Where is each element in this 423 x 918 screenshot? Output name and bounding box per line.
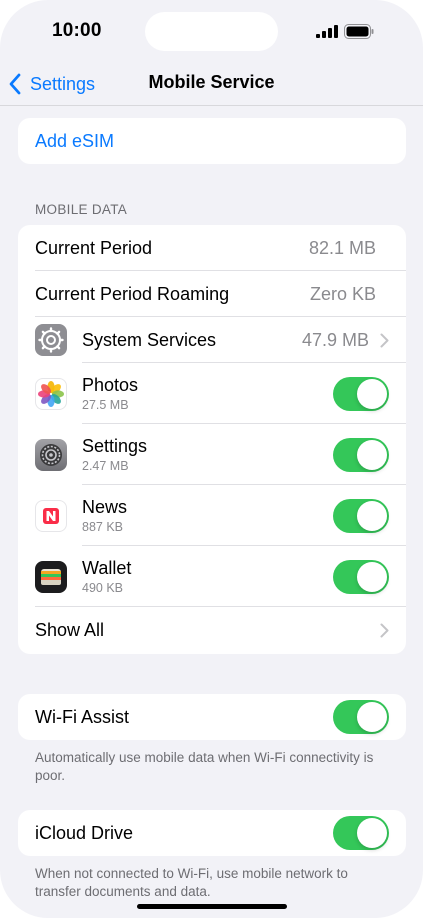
app-size: 887 KB xyxy=(82,519,124,534)
current-period-label: Current Period xyxy=(35,237,153,258)
chevron-right-icon xyxy=(380,333,389,347)
app-name: News xyxy=(82,496,128,517)
wifi-assist-row: Wi-Fi Assist xyxy=(18,694,406,740)
app-row-wallet: Wallet 490 KB xyxy=(18,546,406,607)
system-services-label: System Services xyxy=(82,329,217,350)
wifi-assist-footnote: Automatically use mobile data when Wi-Fi… xyxy=(35,750,374,783)
app-text: Wallet 490 KB xyxy=(82,558,131,596)
roaming-label: Current Period Roaming xyxy=(35,283,230,304)
app-size: 27.5 MB xyxy=(82,397,129,412)
app-size: 2.47 MB xyxy=(82,458,129,473)
status-time: 10:00 xyxy=(52,20,102,41)
toggle-knob xyxy=(357,500,387,531)
phone-screen: 10:00 Settings Mobile Service Add eSIM M… xyxy=(0,0,423,918)
toggle-knob xyxy=(357,818,387,848)
navigation-bar: Settings Mobile Service xyxy=(0,62,423,106)
app-name: Settings xyxy=(82,435,148,456)
roaming-row: Current Period Roaming Zero KB xyxy=(18,271,406,317)
settings-icon xyxy=(35,438,67,471)
esim-card: Add eSIM xyxy=(18,118,406,164)
gear-icon xyxy=(35,324,67,356)
wifi-assist-card: Wi-Fi Assist xyxy=(18,694,406,740)
settings-toggle[interactable] xyxy=(333,437,389,472)
app-row-news: News 887 KB xyxy=(18,485,406,546)
dynamic-island xyxy=(145,12,278,51)
status-bar: 10:00 xyxy=(0,0,423,62)
show-all-label: Show All xyxy=(35,620,105,640)
photos-toggle[interactable] xyxy=(333,376,389,411)
chevron-right-icon xyxy=(380,623,389,638)
news-toggle[interactable] xyxy=(333,498,389,533)
icloud-drive-footnote: When not connected to Wi-Fi, use mobile … xyxy=(35,866,348,899)
news-icon xyxy=(35,499,67,532)
app-name: Wallet xyxy=(82,557,132,578)
app-text: Photos 27.5 MB xyxy=(82,375,138,413)
current-period-row: Current Period 82.1 MB xyxy=(18,225,406,271)
add-esim-link[interactable]: Add eSIM xyxy=(35,131,114,152)
icloud-drive-label: iCloud Drive xyxy=(35,822,134,843)
cellular-signal-icon xyxy=(316,25,338,38)
wifi-assist-toggle[interactable] xyxy=(333,700,389,734)
toggle-knob xyxy=(357,378,387,409)
app-row-photos: Photos 27.5 MB xyxy=(18,363,406,424)
app-name: Photos xyxy=(82,374,139,395)
wallet-toggle[interactable] xyxy=(333,559,389,594)
icloud-drive-row: iCloud Drive xyxy=(18,810,406,856)
app-text: Settings 2.47 MB xyxy=(82,436,147,474)
app-row-settings: Settings 2.47 MB xyxy=(18,424,406,485)
add-esim-row[interactable]: Add eSIM xyxy=(18,118,406,164)
home-indicator[interactable] xyxy=(137,904,287,909)
toggle-knob xyxy=(357,561,387,592)
toggle-knob xyxy=(357,702,387,732)
icloud-drive-card: iCloud Drive xyxy=(18,810,406,856)
show-all-row[interactable]: Show All xyxy=(18,607,406,654)
wallet-icon xyxy=(35,560,67,593)
system-services-row[interactable]: System Services 47.9 MB xyxy=(18,317,406,363)
mobile-data-card: Current Period 82.1 MB Current Period Ro… xyxy=(18,225,406,654)
page-title: Mobile Service xyxy=(148,72,275,92)
photos-icon xyxy=(35,377,67,410)
roaming-value: Zero KB xyxy=(309,283,376,304)
app-size: 490 KB xyxy=(82,580,124,595)
icloud-drive-toggle[interactable] xyxy=(333,816,389,850)
app-text: News 887 KB xyxy=(82,497,127,535)
wifi-assist-label: Wi-Fi Assist xyxy=(35,706,129,727)
toggle-knob xyxy=(357,439,387,470)
mobile-data-section-header: MOBILE DATA xyxy=(35,202,128,217)
battery-icon xyxy=(344,24,374,39)
current-period-value: 82.1 MB xyxy=(308,237,376,258)
system-services-value: 47.9 MB xyxy=(301,329,369,350)
